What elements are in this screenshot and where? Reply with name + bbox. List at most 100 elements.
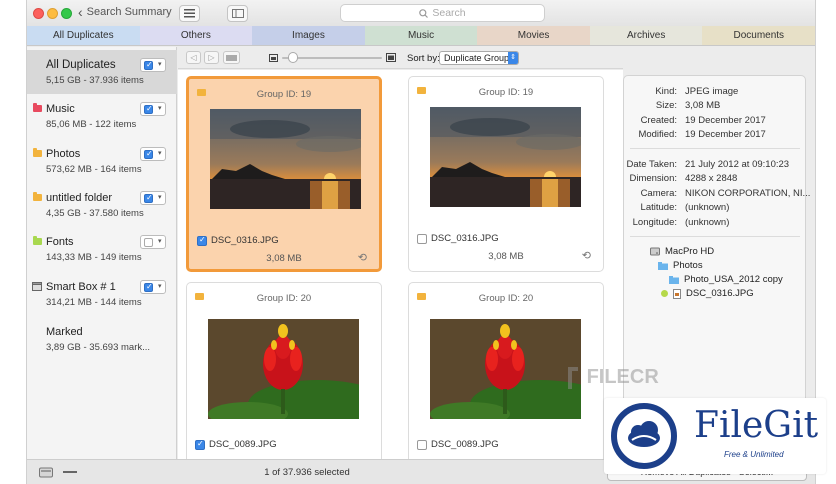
image-thumbnail[interactable] bbox=[430, 107, 581, 207]
sidebar-item-subtitle: 3,89 GB - 35.693 mark... bbox=[46, 342, 151, 353]
tab-music[interactable]: Music bbox=[364, 26, 478, 45]
path-folder[interactable]: Photos bbox=[658, 260, 703, 271]
folder-icon bbox=[33, 236, 42, 245]
select-checkbox[interactable] bbox=[197, 235, 207, 246]
file-size: 3,08 MB bbox=[488, 251, 524, 262]
info-key: Longitude: bbox=[632, 217, 677, 228]
tab-documents[interactable]: Documents bbox=[702, 26, 815, 45]
checkbox bbox=[144, 60, 153, 70]
document-icon bbox=[673, 288, 681, 299]
filecr-watermark: FILECR bbox=[568, 366, 659, 389]
include-checkbox[interactable]: ▾ bbox=[140, 58, 166, 72]
sidebar-item-photos[interactable]: Photos 573,62 MB - 164 items ▾ bbox=[27, 139, 177, 183]
path-disk-label: MacPro HD bbox=[665, 246, 715, 257]
path-disk[interactable]: MacPro HD bbox=[650, 246, 714, 257]
folder-icon bbox=[33, 192, 42, 201]
filegit-watermark: FileGit Free & Unlimited bbox=[604, 398, 826, 474]
tab-images[interactable]: Images bbox=[252, 26, 365, 45]
flower-image bbox=[430, 319, 581, 419]
path-folder-label: Photo_USA_2012 copy bbox=[684, 274, 783, 285]
checkbox bbox=[144, 104, 153, 114]
sidebar-item-label: All Duplicates bbox=[46, 59, 116, 71]
sidebar-item-fonts[interactable]: Fonts 143,33 MB - 149 items ▾ bbox=[27, 227, 177, 271]
tab-movies[interactable]: Movies bbox=[477, 26, 590, 45]
duplicate-card[interactable]: Group ID: 19 DSC_0316.JPG 3,08 MB ⟲ bbox=[186, 76, 382, 272]
info-key: Camera: bbox=[640, 188, 677, 199]
tab-others[interactable]: Others bbox=[139, 26, 253, 45]
folder-icon bbox=[658, 261, 668, 270]
image-thumbnail[interactable] bbox=[430, 319, 581, 419]
zoom-slider-thumb[interactable] bbox=[288, 52, 298, 63]
sort-select[interactable]: Duplicate Group ⇕ bbox=[439, 51, 519, 65]
include-checkbox[interactable]: ▾ bbox=[140, 102, 166, 116]
sidebar-item-subtitle: 85,06 MB - 122 items bbox=[46, 119, 137, 130]
chevron-down-icon: ▾ bbox=[158, 105, 162, 112]
include-checkbox[interactable]: ▾ bbox=[140, 235, 166, 249]
large-thumb-icon bbox=[386, 53, 396, 62]
filmstrip-icon bbox=[226, 55, 237, 61]
play-back-icon: ◁ bbox=[190, 53, 197, 62]
search-placeholder: Search bbox=[432, 7, 466, 19]
sidebar-item-label: Marked bbox=[46, 326, 83, 338]
info-value: JPEG image bbox=[685, 86, 739, 97]
duplicate-card[interactable]: Group ID: 20 DSC_0089.JPG bbox=[186, 282, 382, 478]
sort-select-value: Duplicate Group bbox=[444, 53, 510, 63]
status-dot-icon bbox=[661, 290, 668, 297]
restore-icon[interactable]: ⟲ bbox=[358, 251, 367, 264]
small-thumb-icon bbox=[269, 54, 278, 62]
list-view-button[interactable] bbox=[179, 5, 200, 22]
play-forward-button[interactable]: ▷ bbox=[204, 51, 219, 64]
include-checkbox[interactable]: ▾ bbox=[140, 280, 166, 294]
sidebar-item-smart-box[interactable]: Smart Box # 1 314,21 MB - 144 items ▾ bbox=[27, 272, 177, 316]
file-name: DSC_0316.JPG bbox=[431, 233, 499, 244]
sidebar-item-all-duplicates[interactable]: All Duplicates 5,15 GB - 37.936 items ▾ bbox=[27, 50, 177, 94]
info-value: (unknown) bbox=[685, 202, 730, 213]
image-thumbnail[interactable] bbox=[208, 319, 359, 419]
sidebar-item-label: Fonts bbox=[46, 236, 74, 248]
divider bbox=[630, 236, 800, 237]
tab-all-duplicates[interactable]: All Duplicates bbox=[27, 26, 140, 45]
divider bbox=[630, 148, 800, 149]
path-folder[interactable]: Photo_USA_2012 copy bbox=[669, 274, 783, 285]
select-checkbox[interactable] bbox=[195, 439, 205, 450]
tab-archives[interactable]: Archives bbox=[589, 26, 703, 45]
duplicate-card[interactable]: Group ID: 19 DSC_0316.JPG 3,08 MB ⟲ bbox=[408, 76, 604, 272]
play-back-button[interactable]: ◁ bbox=[186, 51, 201, 64]
path-file[interactable]: DSC_0316.JPG bbox=[661, 288, 754, 299]
sidebar-item-marked[interactable]: Marked 3,89 GB - 35.693 mark... bbox=[27, 317, 177, 361]
path-folder-label: Photos bbox=[673, 260, 703, 271]
info-value: 4288 x 2848 bbox=[685, 173, 738, 184]
include-checkbox[interactable]: ▾ bbox=[140, 147, 166, 161]
chevron-updown-icon: ⇕ bbox=[508, 52, 518, 64]
path-file-label: DSC_0316.JPG bbox=[686, 288, 754, 299]
info-key: Kind: bbox=[655, 86, 677, 97]
sidebar-item-untitled-folder[interactable]: untitled folder 4,35 GB - 37.580 items ▾ bbox=[27, 183, 177, 227]
search-field[interactable]: Search bbox=[340, 4, 545, 22]
image-thumbnail[interactable] bbox=[210, 109, 361, 209]
sidebar-item-music[interactable]: Music 85,06 MB - 122 items ▾ bbox=[27, 94, 177, 138]
folder-icon bbox=[33, 148, 42, 157]
search-icon bbox=[419, 8, 429, 18]
info-key: Date Taken: bbox=[626, 159, 677, 170]
status-text: 1 of 37.936 selected bbox=[264, 467, 350, 478]
info-value: 19 December 2017 bbox=[685, 129, 766, 140]
sidebar-item-subtitle: 143,33 MB - 149 items bbox=[46, 252, 142, 263]
filmstrip-button[interactable] bbox=[223, 51, 240, 64]
preview-panel-icon bbox=[231, 9, 244, 18]
sidebar: All Duplicates 5,15 GB - 37.936 items ▾ … bbox=[27, 47, 177, 459]
preview-toggle-button[interactable] bbox=[227, 5, 248, 22]
group-id: Group ID: 20 bbox=[256, 293, 312, 304]
select-checkbox[interactable] bbox=[417, 233, 427, 244]
zoom-window-button[interactable] bbox=[61, 8, 72, 19]
info-value: 19 December 2017 bbox=[685, 115, 766, 126]
chevron-down-icon: ▾ bbox=[158, 61, 162, 68]
select-checkbox[interactable] bbox=[417, 439, 427, 450]
include-checkbox[interactable]: ▾ bbox=[140, 191, 166, 205]
chevron-down-icon: ▾ bbox=[158, 194, 162, 201]
minimize-window-button[interactable] bbox=[47, 8, 58, 19]
close-window-button[interactable] bbox=[33, 8, 44, 19]
group-id: Group ID: 20 bbox=[478, 293, 534, 304]
title-bar: ‹ Search Summary Search bbox=[27, 0, 815, 26]
back-button[interactable]: ‹ Search Summary bbox=[78, 5, 172, 19]
restore-icon[interactable]: ⟲ bbox=[582, 249, 591, 262]
